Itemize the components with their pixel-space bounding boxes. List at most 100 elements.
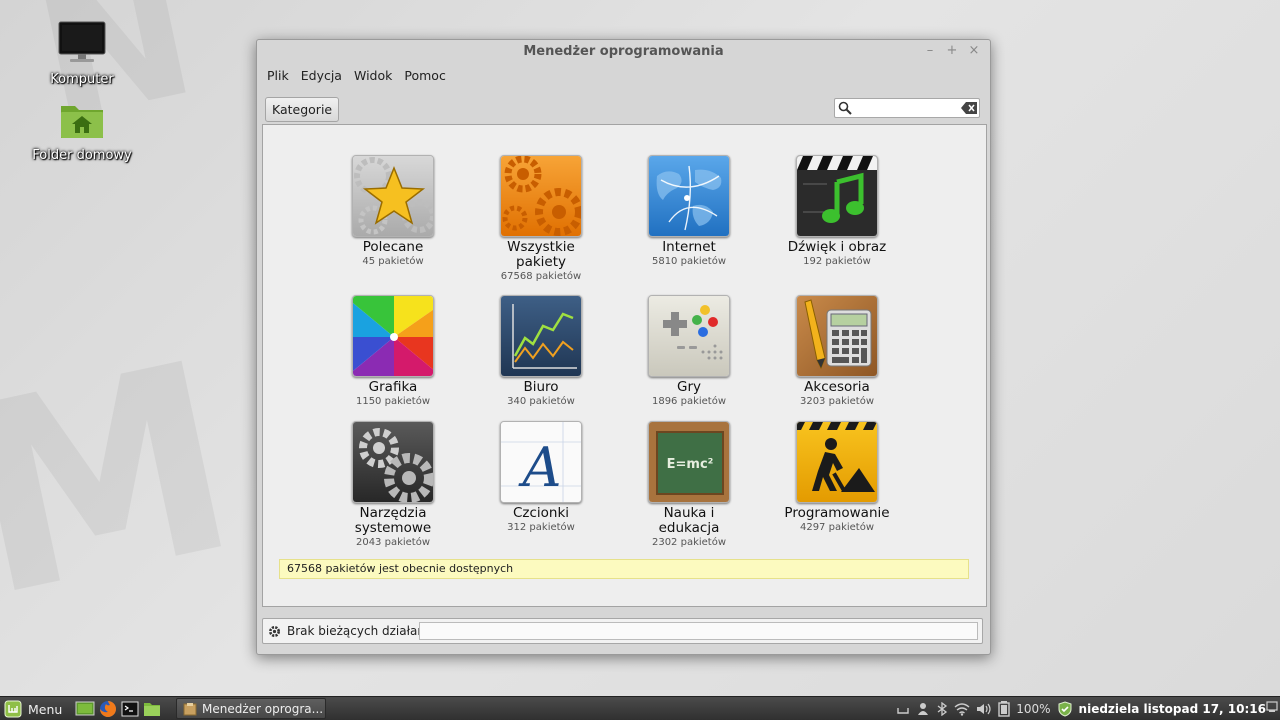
category-name: Biuro [523, 379, 559, 395]
menu-help[interactable]: Pomoc [404, 68, 445, 83]
category-system-tools[interactable]: Narzędzia systemowe 2043 pakietów [323, 421, 463, 549]
wallpaper-logo: M [0, 306, 258, 656]
clock[interactable]: niedziela listopad 17, 10:16 [1079, 702, 1266, 716]
start-menu-button[interactable]: Menu [4, 700, 62, 718]
packages-available-notice: 67568 pakietów jest obecnie dostępnych [279, 559, 969, 579]
category-count: 1150 pakietów [355, 396, 431, 407]
category-name: Internet [662, 239, 716, 255]
category-count: 312 pakietów [507, 522, 575, 533]
font-letter-icon: A [500, 421, 582, 503]
keyboard-icon[interactable] [896, 702, 910, 716]
menubar: Plik Edycja Widok Pomoc [257, 64, 990, 86]
category-all-packages[interactable]: Wszystkie pakiety 67568 pakietów [471, 155, 611, 283]
status-bar: Brak bieżących działań [262, 618, 983, 644]
gear-icon [269, 626, 280, 637]
category-accessories[interactable]: Akcesoria 3203 pakietów [767, 295, 907, 408]
category-count: 340 pakietów [507, 396, 575, 407]
calculator-pencil-icon [796, 295, 878, 377]
show-desktop-icon[interactable] [75, 700, 95, 718]
category-featured[interactable]: Polecane 45 pakietów [323, 155, 463, 268]
progress-bar [419, 622, 978, 640]
dark-gears-icon [352, 421, 434, 503]
window-controls: – + × [924, 43, 980, 58]
categories-button[interactable]: Kategorie [265, 97, 340, 122]
category-name: Nauka i edukacja [658, 505, 720, 536]
category-name: Czcionki [512, 505, 570, 521]
category-count: 4297 pakietów [799, 522, 875, 533]
globe-network-icon [648, 155, 730, 237]
clapperboard-music-icon [796, 155, 878, 237]
wifi-icon[interactable] [954, 702, 970, 716]
category-name: Programowanie [784, 505, 890, 521]
taskbar-window-label: Menedżer oprogra... [202, 701, 324, 716]
category-count: 67568 pakietów [500, 271, 582, 282]
bluetooth-icon[interactable] [936, 702, 948, 716]
star-gears-icon [352, 155, 434, 237]
search-box [834, 98, 980, 118]
desktop-icon-label: Komputer [50, 72, 114, 87]
category-sound-video[interactable]: Dźwięk i obraz 192 pakietów [767, 155, 907, 268]
desktop-icon-home-folder[interactable]: Folder domowy [27, 100, 137, 163]
category-name: Wszystkie pakiety [507, 239, 575, 270]
taskbar-window-button[interactable]: Menedżer oprogra... [176, 698, 326, 719]
minimize-button[interactable]: – [924, 43, 936, 58]
battery-icon[interactable] [998, 701, 1010, 717]
chalkboard-icon: E=mc² [648, 421, 730, 503]
category-internet[interactable]: Internet 5810 pakietów [619, 155, 759, 268]
volume-icon[interactable] [976, 702, 992, 716]
categories-panel: Polecane 45 pakietów Wszystkie pakiety 6… [262, 124, 987, 607]
user-icon[interactable] [916, 702, 930, 716]
menu-label: Menu [28, 701, 63, 717]
category-count: 1896 pakietów [651, 396, 727, 407]
category-count: 45 pakietów [362, 256, 424, 267]
search-input[interactable] [855, 100, 959, 116]
menu-file[interactable]: Plik [267, 68, 289, 83]
titlebar[interactable]: Menedżer oprogramowania – + × [257, 40, 990, 64]
maximize-button[interactable]: + [946, 43, 958, 58]
terminal-icon[interactable] [121, 700, 139, 718]
orange-gears-icon [500, 155, 582, 237]
construction-sign-icon [796, 421, 878, 503]
window-title: Menedżer oprogramowania [523, 44, 724, 59]
category-count: 3203 pakietów [799, 396, 875, 407]
category-name: Narzędzia systemowe [354, 505, 432, 536]
gamepad-icon [648, 295, 730, 377]
close-button[interactable]: × [968, 43, 980, 58]
window-list-icon[interactable] [1266, 701, 1278, 713]
desktop-icon-computer[interactable]: Komputer [27, 20, 137, 87]
category-programming[interactable]: Programowanie 4297 pakietów [767, 421, 907, 534]
category-name: Akcesoria [804, 379, 870, 395]
firefox-icon[interactable] [99, 700, 117, 718]
category-count: 5810 pakietów [651, 256, 727, 267]
monitor-icon [58, 21, 106, 62]
clear-search-icon[interactable] [961, 102, 977, 114]
category-count: 192 pakietów [803, 256, 871, 267]
category-science-education[interactable]: E=mc² Nauka i edukacja 2302 pakietów [619, 421, 759, 549]
category-name: Gry [676, 379, 701, 395]
status-text: Brak bieżących działań [287, 624, 425, 638]
software-manager-icon [183, 702, 197, 715]
battery-percentage: 100% [1016, 702, 1051, 716]
mint-logo-icon [4, 700, 22, 718]
system-tray: 100% niedziela listopad 17, 10:16 [896, 700, 1280, 718]
category-name: Dźwięk i obraz [787, 239, 887, 255]
software-manager-window: Menedżer oprogramowania – + × Plik Edycj… [256, 39, 991, 655]
update-shield-icon[interactable] [1057, 701, 1073, 717]
files-icon[interactable] [143, 700, 161, 718]
home-folder-icon [61, 106, 103, 138]
svg-text:E=mc²: E=mc² [667, 457, 714, 472]
category-count: 2302 pakietów [651, 537, 727, 548]
toolbar: Kategorie [257, 86, 990, 126]
category-graphics[interactable]: Grafika 1150 pakietów [323, 295, 463, 408]
menu-view[interactable]: Widok [354, 68, 392, 83]
color-wheel-icon [352, 295, 434, 377]
quick-launchers [75, 700, 161, 718]
category-fonts[interactable]: A Czcionki 312 pakietów [471, 421, 611, 534]
category-count: 2043 pakietów [355, 537, 431, 548]
line-chart-icon [500, 295, 582, 377]
search-icon [838, 101, 852, 115]
category-games[interactable]: Gry 1896 pakietów [619, 295, 759, 408]
category-name: Grafika [368, 379, 418, 395]
category-office[interactable]: Biuro 340 pakietów [471, 295, 611, 408]
menu-edit[interactable]: Edycja [301, 68, 342, 83]
